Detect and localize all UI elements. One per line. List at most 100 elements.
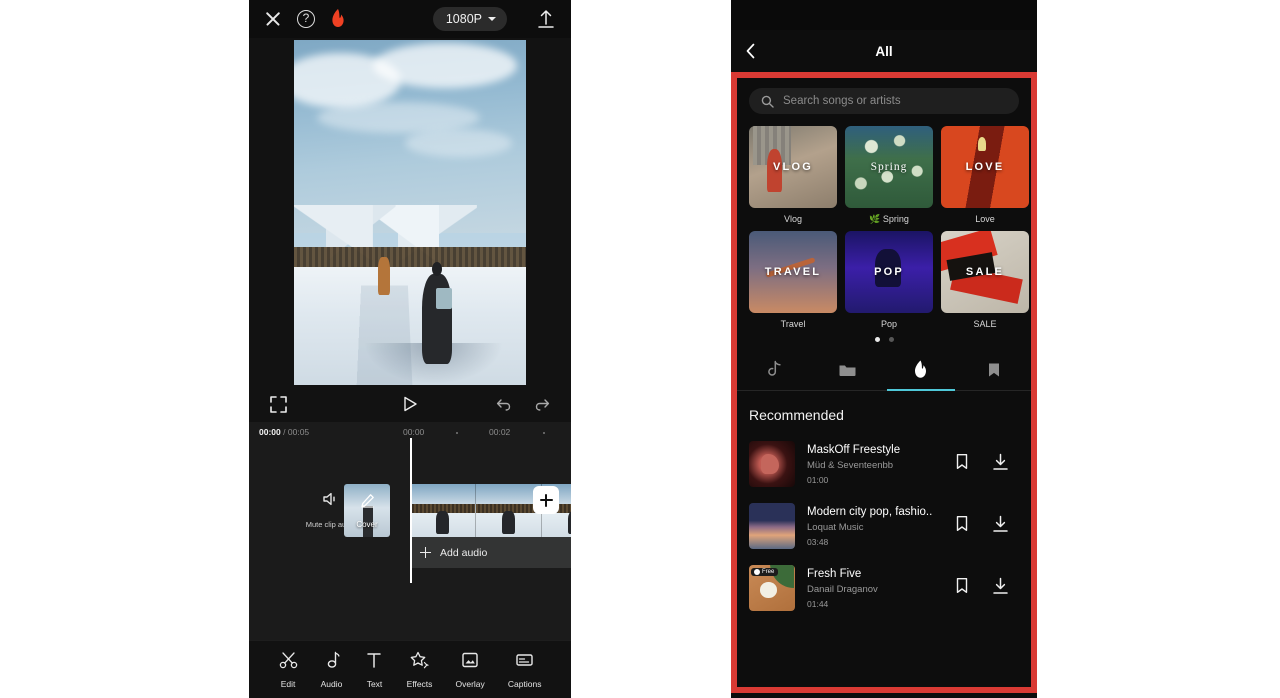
undo-redo-group [495,396,551,413]
expand-icon[interactable] [269,395,288,414]
preview-hiker-far [377,256,391,295]
tab-saved[interactable] [958,354,1032,390]
tile-caption: SALE [973,319,997,329]
pencil-icon [360,493,375,508]
song-title: Modern city pop, fashio.. [807,505,933,518]
category-tile-vlog[interactable]: VLOG Vlog [749,126,837,225]
tiktok-note-icon [765,360,782,384]
toolbar-item-edit[interactable]: Edit [279,651,298,689]
search-icon [761,95,774,108]
play-icon[interactable] [401,395,419,413]
tile-image: VLOG [749,126,837,208]
category-tile-pop[interactable]: POP Pop [845,231,933,329]
plus-icon [420,547,431,558]
category-tile-love[interactable]: LOVE Love [941,126,1029,225]
toolbar-item-audio[interactable]: Audio [321,651,342,689]
tile-image: TRAVEL [749,231,837,313]
music-note-icon [324,651,340,674]
tile-image: Spring [845,126,933,208]
captions-icon [515,651,534,674]
preview-cloud [405,129,513,157]
resolution-label: 1080P [445,12,482,26]
tile-overlay-word: LOVE [965,161,1005,173]
toolbar-item-text[interactable]: Text [365,651,383,689]
song-save-button[interactable] [943,577,981,599]
song-duration: 01:00 [807,474,829,485]
section-title: Recommended [749,407,844,423]
song-download-button[interactable] [981,453,1019,476]
tile-caption-text: Spring [882,214,909,224]
download-icon [992,453,1009,476]
song-duration: 03:48 [807,536,829,547]
category-tile-sale[interactable]: SALE SALE [941,231,1029,329]
song-info: MaskOff Freestyle Müd & Seventeenbb 01:0… [795,444,943,485]
tab-folder[interactable] [811,354,885,390]
tile-caption: Vlog [783,214,802,224]
song-save-button[interactable] [943,515,981,537]
chevron-down-icon [488,17,496,21]
tile-overlay-word: POP [874,266,904,278]
close-icon[interactable] [263,9,283,29]
library-content: Search songs or artists VLOG Vlog Spring [737,78,1031,687]
leaf-icon: 🌿 [869,214,881,224]
video-editor-panel: ? 1080P 00:00 / 00:05 00:00 00:02 Mute c… [249,0,571,698]
ruler-mark: 00:00 [403,427,425,437]
song-artwork [749,441,795,487]
flame-icon[interactable] [329,9,347,29]
playback-controls [249,386,571,422]
song-list-item[interactable]: MaskOff Freestyle Müd & Seventeenbb 01:0… [737,433,1031,495]
song-artist: Danail Draganov [807,583,878,595]
page-title: All [875,43,893,59]
category-tiles: VLOG Vlog Spring 🌿 Spring LOVE Love TRAV… [737,114,1031,342]
song-artist: Loquat Music [807,521,864,533]
category-tile-spring[interactable]: Spring 🌿 Spring [845,126,933,225]
song-save-button[interactable] [943,453,981,475]
search-input[interactable]: Search songs or artists [749,88,1019,114]
tile-overlay-word: VLOG [773,161,813,173]
screenshot-canvas: ? 1080P 00:00 / 00:05 00:00 00:02 Mute c… [0,0,1280,698]
ruler-tick [456,432,458,434]
song-download-button[interactable] [981,515,1019,538]
tile-image: LOVE [941,126,1029,208]
help-icon[interactable]: ? [297,10,315,28]
sparkle-icon [410,651,430,674]
toolbar-item-captions[interactable]: Captions [508,651,541,689]
video-preview-area[interactable] [249,38,571,386]
carousel-pager[interactable] [749,337,1019,342]
song-duration: 01:44 [807,598,829,609]
timeline-panel[interactable]: 00:00 / 00:05 00:00 00:02 Mute clip audi… [249,422,571,657]
clip-thumbnail [410,484,476,537]
total-time: 00:05 [287,427,310,437]
toolbar-item-overlay[interactable]: Overlay [456,651,485,689]
undo-icon[interactable] [495,396,512,413]
resolution-selector[interactable]: 1080P [432,7,507,31]
download-icon [992,515,1009,538]
add-audio-button[interactable]: Add audio [410,537,571,568]
cover-button[interactable]: Cover [344,484,390,537]
folder-icon [838,362,857,383]
song-download-button[interactable] [981,577,1019,600]
chevron-left-icon[interactable] [745,43,757,59]
tile-overlay-word: TRAVEL [764,266,822,278]
free-badge: Free [751,568,779,576]
tile-caption: Love [975,214,995,224]
song-list-item[interactable]: Free Fresh Five Danail Draganov 01:44 [737,557,1031,619]
preview-backpack-patch [435,287,452,309]
timeline-playhead[interactable] [410,438,412,583]
tab-tiktok[interactable] [737,354,811,390]
export-icon[interactable] [521,8,557,30]
redo-icon[interactable] [534,396,551,413]
add-clip-button[interactable] [533,486,559,514]
tab-active-indicator [886,389,955,391]
toolbar-item-effects[interactable]: Effects [407,651,432,689]
ruler-tick [543,432,545,434]
song-list-item[interactable]: Modern city pop, fashio.. Loquat Music 0… [737,495,1031,557]
overlay-image-icon [461,651,479,674]
bookmark-icon [986,361,1002,384]
pager-dot-active[interactable] [874,337,880,342]
tab-trending[interactable] [884,354,958,390]
category-tile-travel[interactable]: TRAVEL Travel [749,231,837,329]
tile-row: TRAVEL Travel POP Pop SALE SALE [749,231,1029,329]
pager-dot[interactable] [888,337,894,342]
free-badge-label: Free [762,569,775,575]
